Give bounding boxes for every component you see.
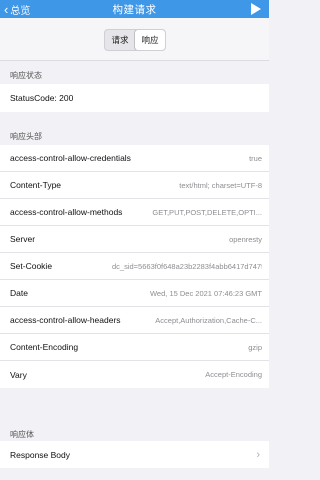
header-value: openresty	[229, 234, 262, 244]
tab-request[interactable]: 请求	[105, 30, 135, 50]
response-body-label: Response Body	[10, 449, 71, 460]
status-group: StatusCode: 200	[0, 84, 269, 112]
header-row[interactable]: Content-Encoding gzip	[0, 334, 269, 361]
header-row[interactable]: Set-Cookie dc_sid=5663f0f648a23b2283f4abb…	[0, 253, 269, 280]
header-row[interactable]: Date Wed, 15 Dec 2021 07:46:23 GMT	[0, 280, 269, 307]
header-row[interactable]: Server openresty	[0, 226, 269, 253]
header-row[interactable]: access-control-allow-methods GET,PUT,POST…	[0, 199, 269, 226]
header-value: gzip	[248, 342, 262, 352]
header-key: Set-Cookie	[10, 261, 53, 271]
header-key: Server	[10, 234, 36, 244]
headers-group: access-control-allow-credentials true Cont…	[0, 145, 269, 388]
header-value: GET,PUT,POST,DELETE,OPTI...	[152, 207, 262, 217]
header-key: Vary	[10, 369, 27, 380]
section-header-status: 响应状态	[10, 71, 42, 80]
tab-bar: 请求 响应	[0, 18, 269, 61]
header-value: text/html; charset=UTF-8	[179, 180, 262, 190]
status-row: StatusCode: 200	[0, 84, 269, 112]
chevron-right-icon: ›	[256, 448, 260, 461]
response-body-row[interactable]: Response Body ›	[0, 441, 269, 468]
header-value: Wed, 15 Dec 2021 07:46:23 GMT	[149, 288, 262, 298]
section-header-body: 响应体	[10, 430, 34, 439]
page-title: 构建请求	[112, 4, 157, 16]
tab-response[interactable]: 响应	[135, 30, 165, 50]
header-value: true	[249, 153, 262, 163]
header-key: Content-Encoding	[10, 342, 79, 352]
play-icon[interactable]	[251, 3, 261, 15]
header-key: access-control-allow-credentials	[10, 153, 131, 163]
header-value: Accept-Encoding	[205, 370, 262, 379]
section-header-headers: 响应头部	[10, 132, 42, 141]
header-key: Date	[10, 288, 28, 298]
nav-bar: ‹ 总览 构建请求	[0, 0, 269, 18]
header-key: access-control-allow-methods	[10, 207, 123, 217]
header-row[interactable]: Content-Type text/html; charset=UTF-8	[0, 172, 269, 199]
header-key: Content-Type	[10, 180, 62, 190]
header-value: Accept,Authorization,Cache-C...	[155, 315, 262, 325]
header-row[interactable]: access-control-allow-headers Accept,Autho…	[0, 307, 269, 334]
body-group: Response Body ›	[0, 441, 269, 468]
header-key: access-control-allow-headers	[10, 315, 121, 325]
header-value: dc_sid=5663f0f648a23b2283f4abb6417d747f;…	[112, 261, 262, 271]
segmented-control: 请求 响应	[104, 29, 166, 51]
status-code: StatusCode: 200	[10, 93, 74, 103]
header-row[interactable]: Vary Accept-Encoding	[0, 361, 269, 388]
header-row[interactable]: access-control-allow-credentials true	[0, 145, 269, 172]
